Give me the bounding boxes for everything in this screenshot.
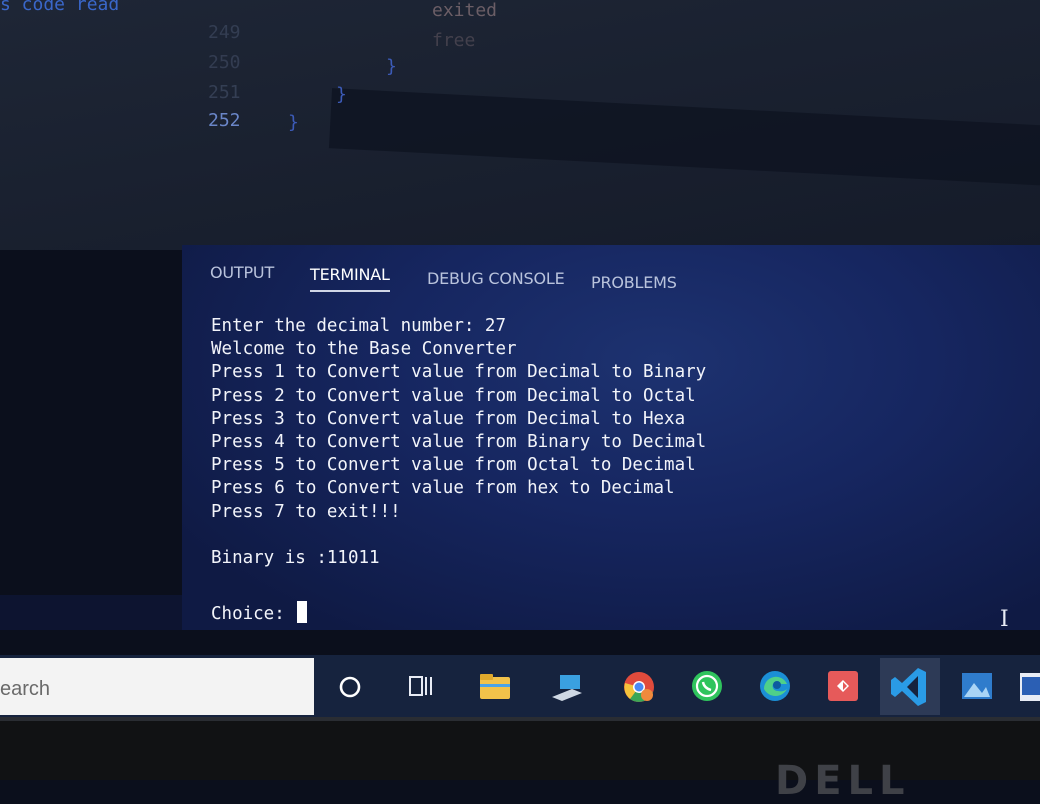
code-brace: } [336,84,347,105]
terminal-prompt[interactable]: Choice: [211,601,308,624]
taskbar-search-box[interactable]: earch [0,658,314,715]
bottom-panel: OUTPUT TERMINAL DEBUG CONSOLE PROBLEMS E… [182,245,1040,632]
tab-problems[interactable]: PROBLEMS [591,273,677,298]
terminal-line: Press 1 to Convert value from Decimal to… [211,362,707,383]
tab-terminal[interactable]: TERMINAL [310,265,390,292]
bezel-edge [0,717,1040,721]
line-number: 251 [208,82,241,103]
line-number: 249 [208,22,241,43]
terminal-line: Enter the decimal number: 27 [211,316,507,336]
terminal-line: Press 5 to Convert value from Octal to D… [211,455,696,476]
vscode-icon[interactable] [880,658,940,715]
code-brace: } [288,112,299,133]
terminal-line: Press 3 to Convert value from Decimal to… [211,408,686,429]
line-number: 250 [208,52,241,73]
tab-debug-console[interactable]: DEBUG CONSOLE [427,269,565,294]
terminal-line: Press 6 to Convert value from hex to Dec… [211,478,675,499]
code-editor[interactable]: s code read exited free 249 250 251 252 … [0,0,1040,250]
terminal-line: Welcome to the Base Converter [211,339,517,360]
git-app-icon[interactable] [824,667,862,705]
editor-code-exited: exited [432,0,498,21]
task-view-icon[interactable] [402,667,440,705]
file-explorer-icon[interactable] [476,667,514,705]
terminal-output[interactable]: Enter the decimal number: 27 Welcome to … [211,315,706,570]
taskbar: earch [0,655,1040,717]
chrome-icon[interactable] [620,667,658,705]
whatsapp-icon[interactable] [688,667,726,705]
editor-code-free: free [432,30,476,51]
word-icon[interactable] [1018,667,1040,705]
terminal-line: Binary is :11011 [211,547,380,568]
terminal-cursor [297,601,308,623]
network-app-icon[interactable] [548,667,586,705]
cortana-icon[interactable] [332,667,370,705]
line-number-active: 252 [208,110,241,131]
terminal-line: Press 2 to Convert value from Decimal to… [211,385,696,406]
terminal-line: Press 4 to Convert value from Binary to … [211,431,707,452]
sidebar-edge [0,595,182,630]
screen-glare-band [328,88,1040,188]
code-brace: } [386,56,397,77]
tab-output[interactable]: OUTPUT [210,263,274,288]
editor-partial-text: s code read [0,0,120,15]
terminal-line: Press 7 to exit!!! [211,501,401,522]
monitor-logo: DELL [775,758,911,804]
prompt-label: Choice: [211,604,296,624]
edge-icon[interactable] [756,667,794,705]
text-cursor-icon: I [1000,607,1009,632]
photos-icon[interactable] [958,667,996,705]
